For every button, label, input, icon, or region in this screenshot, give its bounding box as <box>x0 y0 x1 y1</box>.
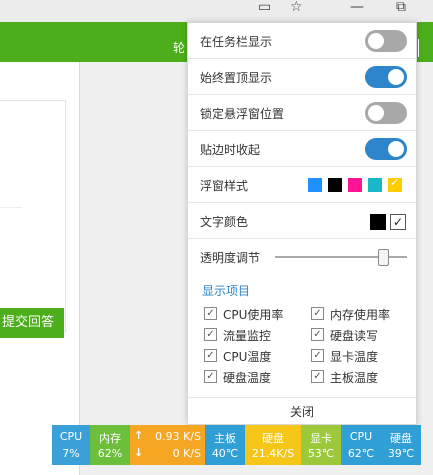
toggle-knob <box>368 33 384 49</box>
cpu-temp-value: 62℃ <box>347 447 375 460</box>
cpu-temp-cell: CPU 62℃ <box>341 425 381 465</box>
toggle-knob <box>368 105 384 121</box>
submit-answer-button[interactable]: 提交回答 <box>0 308 64 338</box>
lock-position-toggle[interactable] <box>365 102 407 124</box>
board-temp-cell: 主板 40℃ <box>205 425 245 465</box>
board-label: 主板 <box>214 432 236 445</box>
checkbox[interactable]: ✓ <box>204 307 217 320</box>
network-cell: ↑ 0.93 K/S ↓ 0 K/S <box>130 425 205 465</box>
text-color-white-checkbox[interactable]: ✓ <box>390 214 406 230</box>
header-edge <box>418 39 433 57</box>
download-speed: 0 K/S <box>172 447 201 460</box>
item-label: CPU使用率 <box>223 308 284 322</box>
checkbox[interactable]: ✓ <box>204 349 217 362</box>
gpu-label: 显卡 <box>310 432 332 445</box>
restore-icon[interactable]: ⧉ <box>396 0 406 14</box>
favorite-star-icon[interactable]: ☆ <box>290 0 303 14</box>
taskbar-toggle[interactable] <box>365 30 407 52</box>
minimize-icon[interactable]: — <box>350 0 364 14</box>
setting-label: 贴边时收起 <box>200 143 261 157</box>
style-swatch-blue[interactable] <box>308 178 322 192</box>
reading-view-icon[interactable]: ▭ <box>258 0 271 14</box>
memory-cell: 内存 62% <box>90 425 130 465</box>
answer-editor[interactable] <box>0 100 66 332</box>
toggle-knob <box>388 141 404 157</box>
setting-label: 在任务栏显示 <box>200 35 273 49</box>
item-label: 流量监控 <box>223 329 272 343</box>
style-swatch-yellow-selected[interactable] <box>388 176 402 192</box>
checkbox[interactable]: ✓ <box>311 307 324 320</box>
setting-label: 锁定悬浮窗位置 <box>200 107 285 121</box>
header-text[interactable]: 轮 <box>173 39 185 56</box>
style-swatch-pink[interactable] <box>348 178 362 192</box>
checkbox[interactable]: ✓ <box>311 328 324 341</box>
gpu-temp-cell: 显卡 53℃ <box>301 425 341 465</box>
opacity-slider-thumb[interactable] <box>377 249 389 266</box>
gpu-value: 53℃ <box>307 447 335 460</box>
close-button[interactable]: 关闭 <box>188 397 416 425</box>
setting-row-taskbar: 在任务栏显示 <box>188 23 416 59</box>
setting-label: 透明度调节 <box>200 251 261 265</box>
setting-label: 文字颜色 <box>200 215 249 229</box>
disk-temp-cell: 硬盘 39℃ <box>381 425 421 465</box>
style-swatch-black[interactable] <box>328 178 342 192</box>
setting-row-style: 浮窗样式 <box>188 167 416 203</box>
checkbox[interactable]: ✓ <box>311 370 324 383</box>
checkbox[interactable]: ✓ <box>204 328 217 341</box>
item-label: 内存使用率 <box>330 308 391 322</box>
toggle-knob <box>388 69 404 85</box>
display-items-heading: 显示项目 <box>202 284 251 298</box>
settings-panel: 在任务栏显示 始终置顶显示 锁定悬浮窗位置 贴边时收起 浮窗样式 文字颜色 ✓ … <box>187 22 417 425</box>
item-label: 硬盘读写 <box>330 329 379 343</box>
board-value: 40℃ <box>211 447 239 460</box>
setting-row-opacity: 透明度调节 <box>188 239 416 275</box>
setting-row-edge-collapse: 贴边时收起 <box>188 131 416 167</box>
disk-temp-value: 39℃ <box>387 447 415 460</box>
title-bar: ▭ ☆ — ⧉ <box>0 0 433 22</box>
disk-label: 硬盘 <box>262 432 284 445</box>
item-label: 显卡温度 <box>330 350 379 364</box>
always-on-top-toggle[interactable] <box>365 66 407 88</box>
text-color-black-swatch[interactable] <box>370 214 386 230</box>
cpu-value: 7% <box>62 447 80 460</box>
cpu-label: CPU <box>59 430 83 443</box>
divider <box>0 207 22 208</box>
page-content <box>0 62 80 475</box>
setting-label: 始终置顶显示 <box>200 71 273 85</box>
disk-io-cell: 硬盘 21.4K/S <box>245 425 301 465</box>
item-label: 硬盘温度 <box>223 371 272 385</box>
item-label: 主板温度 <box>330 371 379 385</box>
memory-label: 内存 <box>99 432 121 445</box>
checkbox[interactable]: ✓ <box>311 349 324 362</box>
checkbox[interactable]: ✓ <box>204 370 217 383</box>
cpu-temp-label: CPU <box>349 430 373 443</box>
disk-value: 21.4K/S <box>251 447 295 460</box>
setting-row-lock-position: 锁定悬浮窗位置 <box>188 95 416 131</box>
setting-label: 浮窗样式 <box>200 179 249 193</box>
style-swatch-teal[interactable] <box>368 178 382 192</box>
setting-row-text-color: 文字颜色 ✓ <box>188 203 416 239</box>
upload-speed: 0.93 K/S <box>155 430 201 443</box>
floating-monitor-bar[interactable]: CPU 7% 内存 62% ↑ 0.93 K/S ↓ 0 K/S 主板 40℃ … <box>52 425 421 465</box>
setting-row-always-on-top: 始终置顶显示 <box>188 59 416 95</box>
item-label: CPU温度 <box>223 350 272 364</box>
edge-collapse-toggle[interactable] <box>365 138 407 160</box>
cpu-usage-cell: CPU 7% <box>52 425 90 465</box>
disk-temp-label: 硬盘 <box>390 432 412 445</box>
memory-value: 62% <box>97 447 123 460</box>
